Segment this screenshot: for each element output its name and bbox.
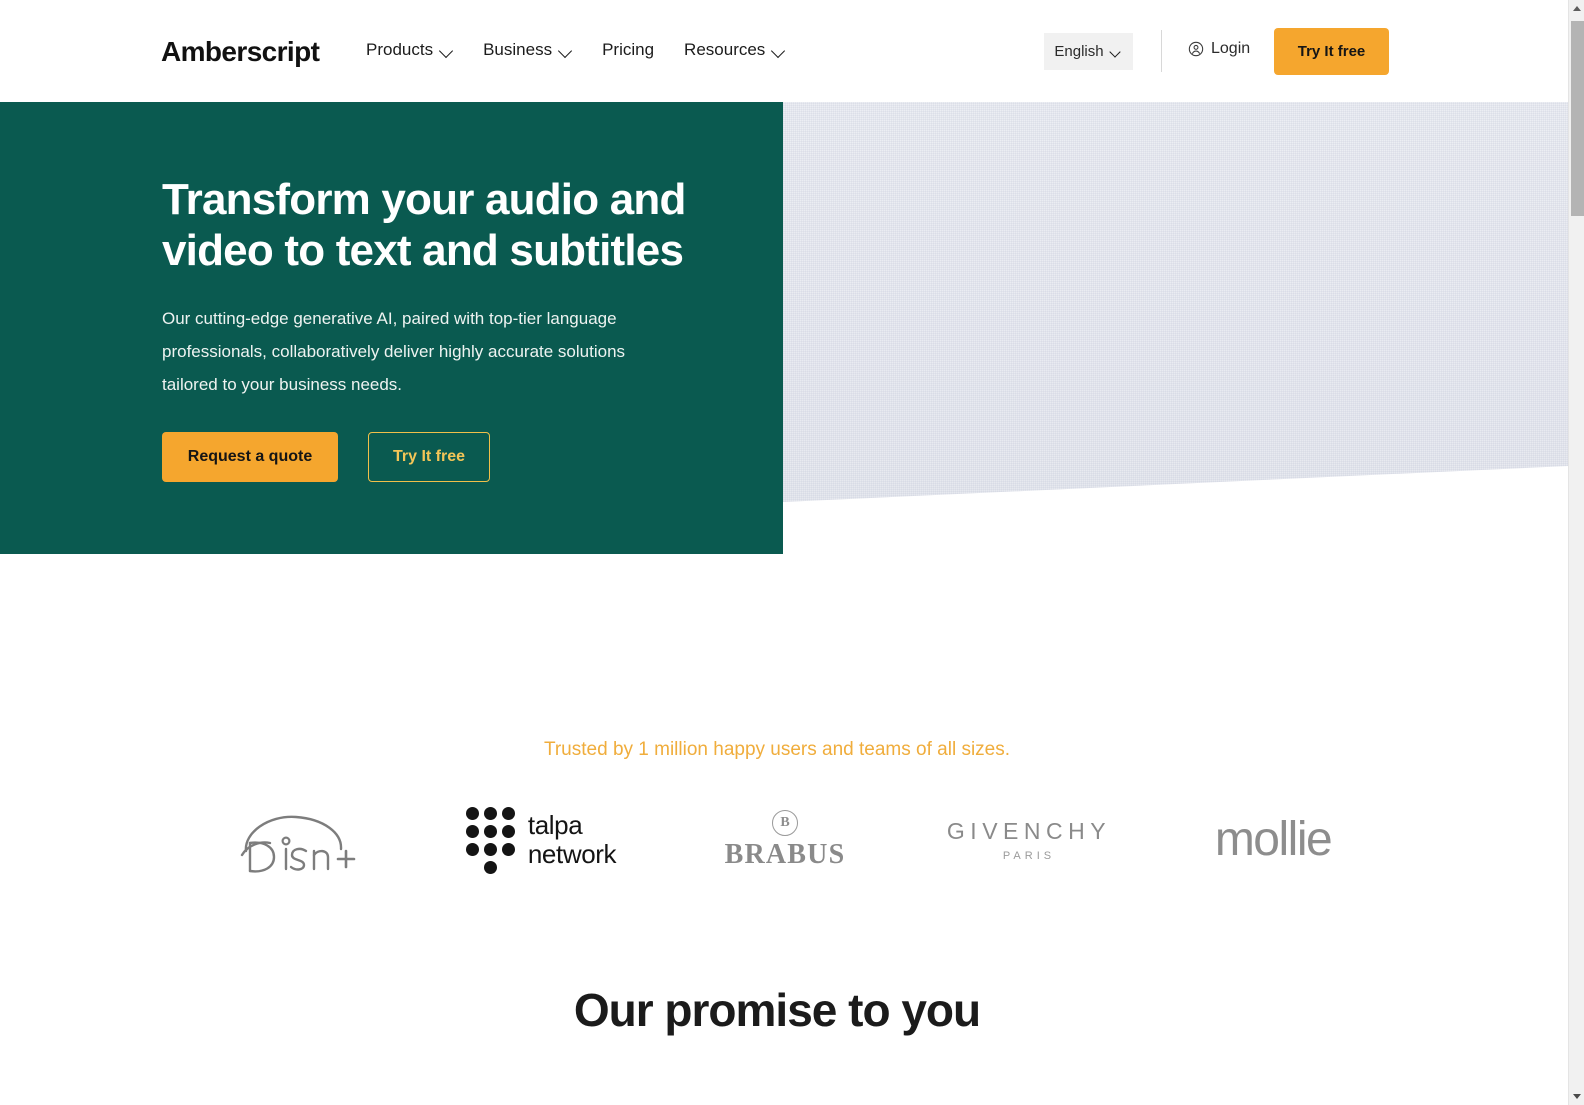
hero-subtext: Our cutting-edge generative AI, paired w… bbox=[162, 309, 626, 394]
scrollbar-thumb[interactable] bbox=[1571, 21, 1584, 216]
logo-talpa-network: talpa network bbox=[419, 790, 663, 890]
user-circle-icon bbox=[1188, 41, 1204, 57]
nav-label: Resources bbox=[684, 40, 766, 59]
chevron-down-icon bbox=[1110, 48, 1123, 56]
talpa-word-line-1: talpa bbox=[527, 810, 583, 840]
chevron-down-icon bbox=[440, 46, 453, 54]
brabus-logo: B BRABUS bbox=[724, 809, 846, 871]
talpa-wordmark: talpa network bbox=[527, 810, 617, 869]
nav-item-products[interactable]: Products bbox=[366, 38, 453, 62]
givenchy-wordmark: GIVENCHY bbox=[946, 818, 1112, 844]
request-quote-button[interactable]: Request a quote bbox=[162, 432, 338, 482]
logo-disney-plus bbox=[175, 790, 419, 890]
logo-mollie: mollie bbox=[1151, 790, 1395, 890]
login-label: Login bbox=[1211, 40, 1251, 57]
chevron-down-icon bbox=[559, 46, 572, 54]
brabus-badge-icon: B bbox=[771, 809, 798, 836]
nav-item-resources[interactable]: Resources bbox=[684, 38, 785, 62]
nav-item-pricing[interactable]: Pricing bbox=[602, 38, 654, 62]
header-divider bbox=[1161, 30, 1162, 72]
language-value: English bbox=[1054, 43, 1104, 60]
mollie-wordmark: mollie bbox=[1214, 813, 1333, 866]
client-logo-row: talpa network B BRABUS GIVENCHY PARIS mo… bbox=[175, 790, 1395, 890]
scroll-up-arrow-icon[interactable] bbox=[1569, 0, 1584, 17]
logo-givenchy: GIVENCHY PARIS bbox=[907, 790, 1151, 890]
talpa-word-line-2: network bbox=[527, 839, 617, 869]
logo-brabus: B BRABUS bbox=[663, 790, 907, 890]
hero-try-free-button[interactable]: Try It free bbox=[368, 432, 490, 482]
hero-headline: Transform your audio and video to text a… bbox=[162, 175, 686, 275]
disney-plus-icon bbox=[234, 805, 360, 875]
scroll-down-arrow-icon[interactable] bbox=[1569, 1088, 1584, 1105]
hero-cta-group: Request a quote Try It free bbox=[162, 432, 490, 482]
givenchy-logo: GIVENCHY PARIS bbox=[947, 818, 1111, 862]
hero-media-panel: We make audio accessible. Subtitles and … bbox=[783, 102, 1568, 502]
header-try-free-button[interactable]: Try It free bbox=[1274, 28, 1389, 75]
nav-label: Pricing bbox=[602, 40, 655, 59]
browser-viewport: Amberscript Products Business Pricing Re… bbox=[0, 0, 1584, 1105]
talpa-dots-icon bbox=[465, 806, 515, 874]
nav-item-business[interactable]: Business bbox=[483, 38, 572, 62]
language-selector[interactable]: English bbox=[1044, 33, 1133, 70]
hero-text-panel: Transform your audio and video to text a… bbox=[0, 102, 783, 554]
brabus-wordmark: BRABUS bbox=[724, 838, 846, 870]
nav-label: Products bbox=[366, 40, 434, 59]
vertical-scrollbar[interactable] bbox=[1568, 0, 1584, 1105]
talpa-logo: talpa network bbox=[465, 806, 617, 874]
nav-label: Business bbox=[483, 40, 553, 59]
main-navigation: Products Business Pricing Resources bbox=[366, 38, 785, 62]
site-header: Amberscript Products Business Pricing Re… bbox=[0, 0, 1568, 102]
chevron-down-icon bbox=[772, 46, 785, 54]
page-content: Amberscript Products Business Pricing Re… bbox=[0, 0, 1568, 1105]
promise-heading: Our promise to you bbox=[573, 984, 981, 1036]
trusted-by-text: Trusted by 1 million happy users and tea… bbox=[543, 739, 1011, 760]
amberscript-logo[interactable]: Amberscript bbox=[161, 36, 320, 68]
hero-section: We make audio accessible. Subtitles and … bbox=[0, 102, 1568, 554]
login-link[interactable]: Login bbox=[1188, 38, 1250, 60]
givenchy-subtext: PARIS bbox=[1002, 850, 1056, 862]
